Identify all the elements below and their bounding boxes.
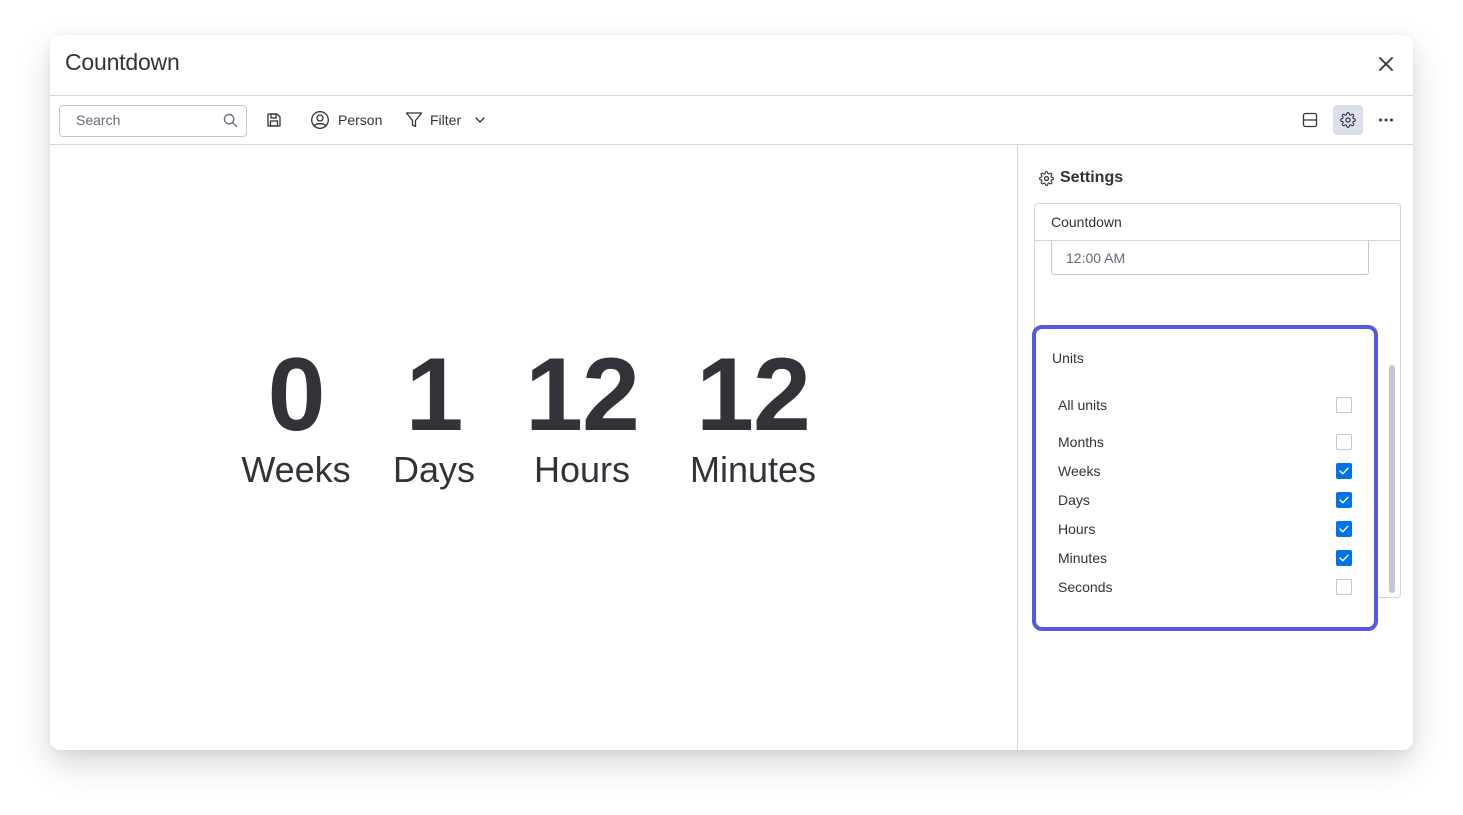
settings-title: Settings <box>1060 169 1124 186</box>
unit-option-label: All units <box>1058 397 1108 413</box>
filter-icon <box>405 112 423 128</box>
toolbar: Person Filter <box>50 96 1413 145</box>
chevron-down-icon[interactable] <box>474 114 486 126</box>
save-view-button[interactable] <box>259 105 289 135</box>
unit-option-label: Weeks <box>1058 463 1101 479</box>
settings-button[interactable] <box>1333 105 1363 135</box>
days-checkbox[interactable] <box>1336 492 1352 508</box>
unit-option-minutes[interactable]: Minutes <box>1058 548 1352 568</box>
countdown-unit-minutes: 12 Minutes <box>690 340 816 490</box>
check-icon <box>1339 496 1349 504</box>
units-section: Units All units Months Weeks Days Hours … <box>1032 325 1378 631</box>
more-icon <box>1379 118 1393 122</box>
window-title: Countdown <box>65 49 180 75</box>
filter-label: Filter <box>430 112 462 128</box>
countdown-label: Hours <box>533 449 631 490</box>
unit-option-label: Hours <box>1058 521 1096 537</box>
search-input[interactable] <box>60 106 226 134</box>
countdown-row: 0 Weeks 1 Days 12 Hours 12 Minutes <box>50 340 1017 520</box>
all-units-checkbox[interactable] <box>1336 397 1352 413</box>
unit-option-months[interactable]: Months <box>1058 432 1352 452</box>
minutes-checkbox[interactable] <box>1336 550 1352 566</box>
unit-option-label: Seconds <box>1058 579 1113 595</box>
settings-scrollbar[interactable] <box>1386 241 1398 597</box>
search-box <box>59 105 247 137</box>
time-input-value: 12:00 AM <box>1066 250 1126 266</box>
countdown-value: 0 <box>267 337 326 453</box>
unit-option-weeks[interactable]: Weeks <box>1058 461 1352 481</box>
layout-toggle-button[interactable] <box>1295 105 1325 135</box>
units-title: Units <box>1052 350 1084 366</box>
countdown-display: 0 Weeks 1 Days 12 Hours 12 Minutes <box>50 145 1018 750</box>
unit-option-hours[interactable]: Hours <box>1058 519 1352 539</box>
months-checkbox[interactable] <box>1336 434 1352 450</box>
settings-card-title: Countdown <box>1035 204 1400 241</box>
countdown-window: Countdown Search Person Filter 0 Weeks 1… <box>50 35 1413 750</box>
countdown-label: Minutes <box>689 449 817 490</box>
gear-icon <box>1340 112 1356 128</box>
unit-option-seconds[interactable]: Seconds <box>1058 577 1352 597</box>
countdown-value: 12 <box>696 337 811 453</box>
scrollbar-thumb[interactable] <box>1389 365 1395 593</box>
title-bar: Countdown <box>50 35 1413 96</box>
time-input[interactable]: 12:00 AM <box>1051 241 1369 275</box>
close-button[interactable] <box>1373 51 1399 77</box>
countdown-value: 1 <box>405 337 464 453</box>
countdown-label: Weeks <box>241 449 351 490</box>
unit-option-days[interactable]: Days <box>1058 490 1352 510</box>
check-icon <box>1339 467 1349 475</box>
countdown-value: 12 <box>525 337 640 453</box>
countdown-label: Days <box>392 449 476 490</box>
close-icon <box>1379 57 1393 71</box>
countdown-unit-hours: 12 Hours <box>525 337 640 490</box>
countdown-unit-days: 1 Days <box>393 340 475 490</box>
person-icon <box>311 111 329 129</box>
check-icon <box>1339 554 1349 562</box>
save-icon <box>267 113 281 127</box>
person-filter-button[interactable]: Person <box>310 105 382 135</box>
weeks-checkbox[interactable] <box>1336 463 1352 479</box>
more-options-button[interactable] <box>1371 105 1401 135</box>
unit-option-label: Days <box>1058 492 1090 508</box>
countdown-unit-weeks: 0 Weeks <box>241 340 350 490</box>
hours-checkbox[interactable] <box>1336 521 1352 537</box>
filter-button[interactable]: Filter <box>405 105 486 135</box>
unit-option-label: Minutes <box>1058 550 1108 566</box>
unit-option-all-units[interactable]: All units <box>1058 395 1352 415</box>
search-icon[interactable] <box>223 113 238 128</box>
gear-icon <box>1039 170 1054 186</box>
person-filter-label: Person <box>338 112 383 128</box>
check-icon <box>1339 525 1349 533</box>
layout-icon <box>1302 112 1318 128</box>
settings-panel: Settings Countdown 12:00 AM Units All un… <box>1018 145 1413 750</box>
unit-option-label: Months <box>1058 434 1104 450</box>
seconds-checkbox[interactable] <box>1336 579 1352 595</box>
settings-header: Settings <box>1039 169 1123 187</box>
